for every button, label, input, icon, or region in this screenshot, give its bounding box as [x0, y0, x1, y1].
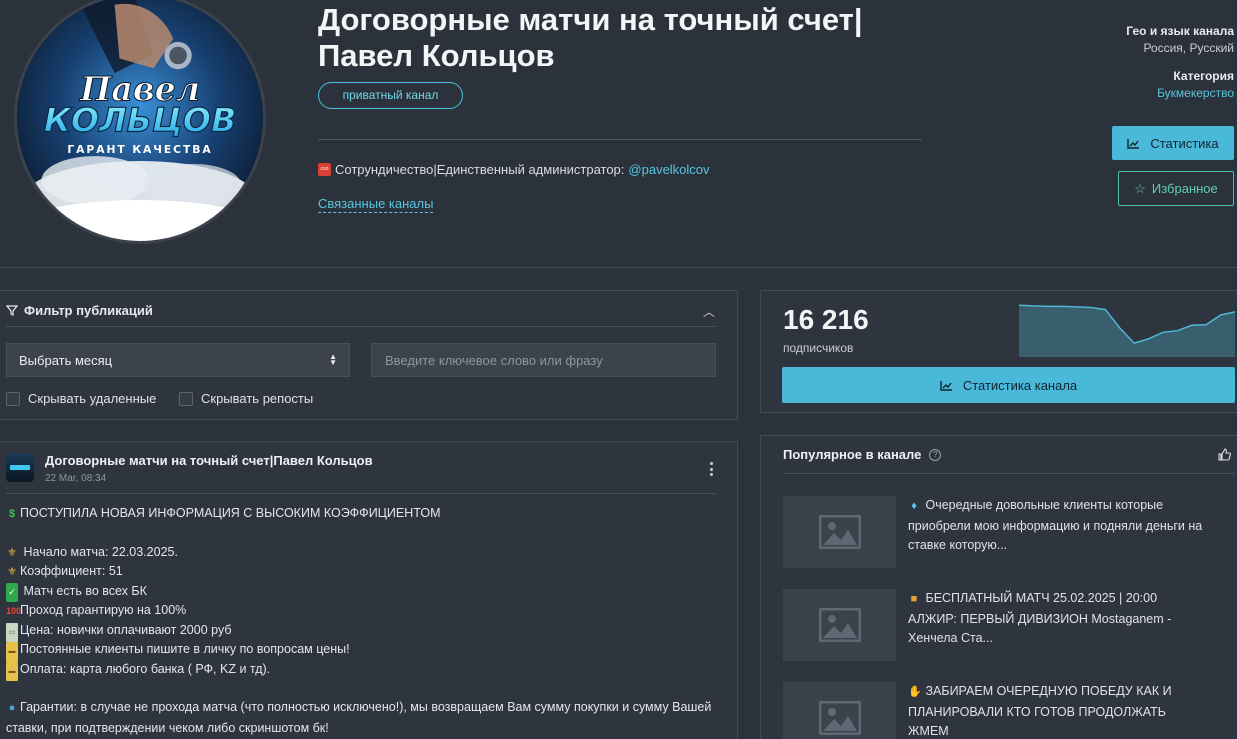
channel-statistics-label: Статистика канала: [962, 377, 1078, 393]
image-placeholder-icon[interactable]: [783, 496, 896, 568]
post-line: ▬ Постоянные клиенты пишите в личку по во…: [6, 640, 726, 662]
post-line: ● Гарантии: в случае не прохода матча (чт…: [6, 700, 712, 735]
thumbs-up-icon[interactable]: [1218, 448, 1231, 461]
fleur-de-lis-icon: ⚜: [7, 566, 17, 578]
post-body: $ ПОСТУПИЛА НОВАЯ ИНФОРМАЦИЯ С ВЫСОКИМ КО…: [6, 504, 726, 738]
statistics-button-label: Статистика: [1150, 135, 1219, 151]
channel-avatar: Павел КОЛЬЦОВ ГАРАНТ КАЧЕСТВА: [14, 0, 266, 244]
fleur-de-lis-icon: ⚜: [7, 546, 17, 559]
statistics-button[interactable]: Статистика: [1112, 126, 1234, 160]
post-divider: [6, 493, 716, 494]
trend-area: [1019, 305, 1235, 357]
category-label: Категория: [1173, 69, 1234, 83]
post-line: ✓ Матч есть во всех БК: [6, 582, 726, 602]
channel-title: Договорные матчи на точный счет| Павел К…: [318, 2, 863, 73]
filter-title: Фильтр публикаций: [24, 303, 153, 318]
star-icon: ☆: [1134, 180, 1146, 196]
subscribers-panel: 16 216 подписчиков Статистика канала: [760, 290, 1237, 413]
post-line: ▬ Оплата: карта любого банка ( РФ, KZ и т…: [6, 660, 726, 681]
checkbox-box[interactable]: [179, 391, 193, 406]
credit-card-icon: ▬: [6, 642, 18, 662]
popular-item-text: ✋ ЗАБИРАЕМ ОЧЕРЕДНУЮ ПОБЕДУ КАК И ПЛАНИР…: [908, 684, 1172, 738]
post-author-name[interactable]: Договорные матчи на точный счет|Павел Ко…: [45, 453, 373, 468]
checkbox-box[interactable]: [6, 391, 20, 406]
description-text: Сотрундичество|Единственный администрато…: [335, 162, 625, 177]
chart-line-icon: [1127, 138, 1140, 149]
avatar-text-surname: КОЛЬЦОВ: [44, 101, 236, 140]
popular-title: Популярное в канале: [783, 447, 922, 462]
channel-statistics-button[interactable]: Статистика канала: [782, 367, 1235, 403]
publication-filter-panel: Фильтр публикаций ︿ Выбрать месяц ▲▼ Скр…: [0, 290, 738, 420]
subscribers-label: подписчиков: [783, 341, 854, 355]
popular-item[interactable]: ■ БЕСПЛАТНЫЙ МАТЧ 25.02.2025 | 20:00 АЛЖ…: [783, 589, 1235, 669]
avatar-text-tagline: ГАРАНТ КАЧЕСТВА: [67, 143, 212, 156]
help-icon[interactable]: ?: [929, 448, 942, 461]
popular-item[interactable]: ✋ ЗАБИРАЕМ ОЧЕРЕДНУЮ ПОБЕДУ КАК И ПЛАНИР…: [783, 682, 1235, 739]
subscribers-count: 16 216: [783, 304, 869, 335]
post-line: ⚜ Коэффициент: 51: [6, 562, 726, 582]
post-line: ▭ Цена: новички оплачивают 2000 руб: [6, 621, 726, 642]
dollar-icon: $: [8, 508, 16, 520]
subscribers-trend-chart[interactable]: [1019, 299, 1235, 357]
gift-icon: ■: [910, 593, 918, 605]
admin-handle-link[interactable]: @pavelkolcov: [628, 162, 709, 177]
popular-item-text: ♦ Очередные довольные клиенты которые пр…: [908, 498, 1203, 552]
hide-deleted-checkbox[interactable]: Скрывать удаленные: [6, 391, 156, 406]
geo-label: Гео и язык канала: [1126, 24, 1234, 38]
popular-item[interactable]: ♦ Очередные довольные клиенты которые пр…: [783, 496, 1235, 576]
gem-icon: ♦: [911, 500, 917, 512]
post-line: 100Проход гарантирую на 100%: [6, 601, 726, 621]
post-date: 22 Mar, 08:34: [45, 473, 107, 484]
more-options-icon[interactable]: [709, 462, 713, 476]
image-placeholder-icon[interactable]: [783, 682, 896, 739]
month-select[interactable]: Выбрать месяц ▲ ▼: [6, 343, 350, 377]
hundred-points-icon: 100: [6, 606, 22, 616]
category-link[interactable]: Букмекерство: [1157, 86, 1234, 100]
header-divider: [318, 139, 922, 140]
post-line: ⚜ Начало матча: 22.03.2025.: [6, 543, 726, 563]
filter-divider: [6, 326, 716, 327]
sort-arrows-icon: ▲ ▼: [329, 352, 337, 367]
post-author-avatar[interactable]: [6, 454, 34, 482]
popular-item-text: ■ БЕСПЛАТНЫЙ МАТЧ 25.02.2025 | 20:00 АЛЖ…: [908, 591, 1172, 645]
popular-divider: [783, 473, 1235, 474]
favorite-button-label: Избранное: [1151, 181, 1218, 196]
favorite-button[interactable]: ☆ Избранное: [1118, 171, 1234, 206]
geo-value: Россия, Русский: [1143, 41, 1234, 55]
category-meta: Категория Букмекерство: [1157, 69, 1234, 100]
month-select-value: Выбрать месяц: [19, 352, 113, 368]
popular-header: Популярное в канале ?: [783, 447, 942, 462]
chart-line-icon: [940, 380, 952, 391]
hide-reposts-checkbox[interactable]: Скрывать репосты: [179, 391, 313, 406]
post-card: Договорные матчи на точный счет|Павел Ко…: [0, 441, 738, 739]
avatar-logo-image: Павел КОЛЬЦОВ ГАРАНТ КАЧЕСТВА: [17, 0, 263, 241]
channel-header: Павел КОЛЬЦОВ ГАРАНТ КАЧЕСТВА Договорные…: [0, 0, 1237, 268]
cooperation-emoji-icon: coo: [318, 163, 331, 176]
channel-description: coo Сотрундичество|Единственный админист…: [318, 162, 710, 177]
globe-icon: ●: [8, 702, 16, 714]
credit-card-icon: ▬: [6, 661, 18, 681]
chevron-up-icon[interactable]: ︿: [703, 303, 715, 320]
handshake-icon: ✋: [908, 686, 922, 698]
private-channel-badge: приватный канал: [318, 82, 463, 109]
image-placeholder-icon[interactable]: [783, 589, 896, 661]
hide-reposts-label: Скрывать репосты: [201, 391, 314, 406]
hide-deleted-label: Скрывать удаленные: [28, 391, 157, 406]
filter-icon: [6, 305, 18, 316]
popular-panel: Популярное в канале ? ♦ Очередные доволь…: [760, 435, 1237, 739]
keyword-search-input[interactable]: [371, 343, 716, 377]
post-line: $ ПОСТУПИЛА НОВАЯ ИНФОРМАЦИЯ С ВЫСОКИМ КО…: [6, 504, 726, 524]
linked-channels-link[interactable]: Связанные каналы: [318, 196, 434, 213]
geo-meta: Гео и язык канала Россия, Русский: [1126, 24, 1234, 55]
filter-header[interactable]: Фильтр публикаций: [6, 303, 153, 318]
check-mark-icon: ✓: [6, 582, 18, 602]
